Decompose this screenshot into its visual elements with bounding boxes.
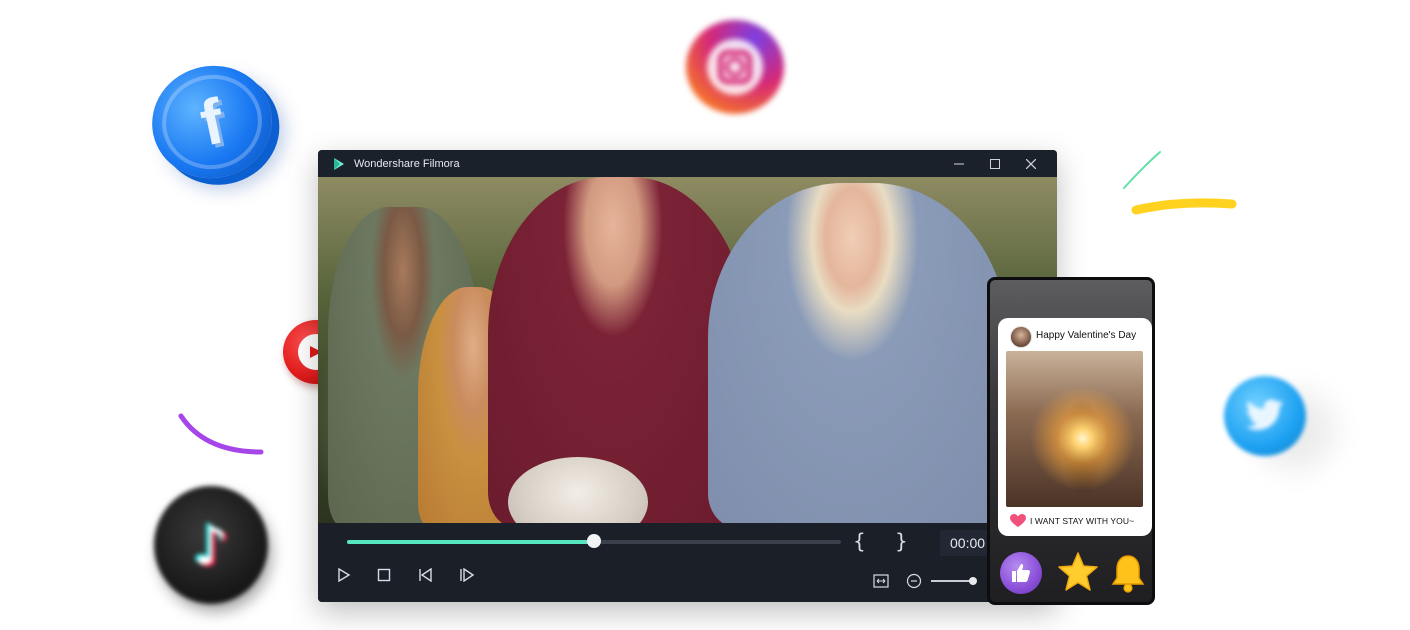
phone-mockup: Happy Valentine's Day I WANT STAY WITH Y…	[987, 277, 1155, 605]
window-title: Wondershare Filmora	[354, 157, 460, 170]
video-preview[interactable]	[318, 177, 1057, 523]
player-controls: { } 00:00	[318, 523, 1057, 602]
playhead-handle[interactable]	[587, 534, 601, 548]
tiktok-icon: ♪	[154, 486, 268, 604]
close-button[interactable]	[1013, 150, 1049, 177]
social-post-card: Happy Valentine's Day I WANT STAY WITH Y…	[998, 318, 1152, 536]
woman-right	[708, 183, 1008, 523]
post-title: Happy Valentine's Day	[1036, 330, 1137, 341]
instagram-icon	[686, 20, 784, 114]
fit-screen-icon[interactable]	[871, 571, 891, 591]
minimize-button[interactable]	[941, 150, 977, 177]
maximize-button[interactable]	[977, 150, 1013, 177]
play-button[interactable]	[334, 565, 354, 585]
star-icon[interactable]	[1056, 550, 1100, 594]
heart-icon	[1010, 514, 1026, 527]
bell-icon[interactable]	[1108, 552, 1148, 594]
timeline-track[interactable]	[347, 534, 841, 548]
reaction-bar	[990, 550, 1152, 600]
post-photo	[1006, 351, 1143, 507]
title-bar: Wondershare Filmora	[318, 150, 1057, 177]
thumbs-up-icon[interactable]	[1000, 552, 1042, 594]
previous-frame-button[interactable]	[415, 565, 435, 585]
avatar	[1010, 326, 1032, 348]
timeline-progress	[347, 540, 594, 544]
facebook-icon: f	[141, 54, 283, 190]
mark-in-button[interactable]: {	[853, 529, 866, 553]
zoom-slider-handle[interactable]	[969, 577, 977, 585]
post-caption: I WANT STAY WITH YOU~	[1030, 516, 1135, 526]
zoom-slider[interactable]	[931, 580, 973, 582]
yellow-stroke	[1131, 198, 1237, 215]
green-stroke	[1123, 151, 1161, 189]
mark-out-button[interactable]: }	[895, 529, 908, 553]
next-frame-button[interactable]	[457, 565, 477, 585]
filmora-window: Wondershare Filmora { } 00:00	[318, 150, 1057, 602]
twitter-icon	[1224, 376, 1306, 456]
stop-button[interactable]	[374, 565, 394, 585]
filmora-logo-icon	[334, 157, 344, 170]
purple-stroke	[178, 413, 264, 455]
zoom-out-icon[interactable]	[904, 571, 924, 591]
